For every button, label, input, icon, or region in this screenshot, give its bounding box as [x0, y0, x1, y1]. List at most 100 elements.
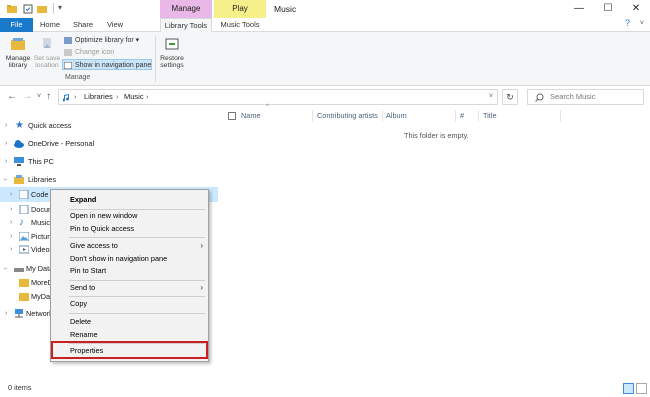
menu-item-label: Don't show in navigation pane [70, 254, 168, 263]
optimize-library-dropdown[interactable]: Optimize library for ▾ [63, 35, 139, 46]
new-folder-icon[interactable] [37, 4, 47, 14]
search-icon [535, 93, 544, 102]
column-header-name[interactable]: Name [241, 108, 260, 124]
large-icons-view-icon[interactable] [636, 383, 647, 394]
star-icon: ★ [15, 120, 24, 131]
tab-music-tools[interactable]: Music Tools [214, 18, 266, 32]
address-bar[interactable]: › Libraries › Music › ˅ [58, 89, 498, 105]
expand-arrow-icon[interactable]: › [10, 187, 12, 202]
back-arrow-icon[interactable]: ← [7, 90, 17, 104]
expand-arrow-icon[interactable]: › [5, 118, 7, 133]
breadcrumb-music[interactable]: Music [124, 90, 144, 104]
manage-library-button[interactable]: Manage library [3, 36, 33, 70]
menu-item-delete[interactable]: Delete [52, 316, 207, 328]
menu-item-label: Copy [70, 299, 88, 308]
recent-locations-icon[interactable]: ˅ [37, 90, 41, 104]
nav-item-quick-access[interactable]: › ★ Quick access [0, 118, 218, 133]
collapse-arrow-icon[interactable]: › [0, 178, 13, 180]
forward-arrow-icon[interactable]: → [22, 90, 32, 104]
menu-item-expand[interactable]: Expand [52, 194, 207, 206]
change-icon-button[interactable]: Change icon [63, 47, 114, 58]
column-header-title[interactable]: Title [483, 108, 497, 124]
details-view-icon[interactable] [623, 383, 634, 394]
menu-item-open-in-new-window[interactable]: Open in new window [52, 210, 207, 222]
column-header-album[interactable]: Album [386, 108, 407, 124]
save-location-icon [43, 38, 51, 48]
set-save-location-button[interactable]: Set save location [33, 36, 61, 70]
collapse-arrow-icon[interactable]: › [0, 267, 13, 269]
optimize-library-label: Optimize library for [75, 37, 134, 44]
menu-item-dont-show-in-nav[interactable]: Don't show in navigation pane [52, 253, 207, 265]
ribbon: Manage library Set save location Optimiz… [0, 32, 650, 86]
folder-icon [19, 293, 29, 301]
change-icon-icon [64, 49, 72, 56]
minimize-button[interactable]: — [565, 0, 593, 18]
menu-item-send-to[interactable]: Send to › [52, 282, 207, 294]
library-icon [11, 38, 25, 50]
optimize-icon [64, 37, 72, 44]
properties-icon[interactable] [23, 4, 33, 14]
address-dropdown-icon[interactable]: ˅ [489, 90, 493, 104]
tab-share[interactable]: Share [68, 18, 98, 32]
library-icon [14, 175, 24, 184]
sort-arrow-icon: ^ [266, 104, 269, 110]
menu-item-label: Pin to Start [70, 266, 107, 275]
menu-item-label: Open in new window [70, 211, 138, 220]
menu-item-label: Send to [70, 283, 96, 292]
select-all-checkbox[interactable] [228, 112, 236, 120]
column-separator [455, 110, 456, 122]
breadcrumb-separator: › [116, 92, 119, 101]
network-icon [15, 309, 23, 318]
menu-item-copy[interactable]: Copy [52, 298, 207, 310]
documents-icon [19, 205, 29, 214]
expand-arrow-icon[interactable]: › [10, 215, 12, 230]
ribbon-expand-icon[interactable]: ˅ [640, 20, 644, 27]
restore-settings-button[interactable]: Restore settings [157, 36, 187, 70]
column-header-contributing-artists[interactable]: Contributing artists [317, 108, 378, 124]
customize-quick-access-icon[interactable]: ▾ [58, 3, 62, 12]
explorer-folder-icon [7, 5, 17, 13]
window-title: Music [274, 4, 297, 14]
nav-item-libraries[interactable]: › Libraries [0, 172, 218, 187]
code-library-icon [19, 190, 29, 199]
close-button[interactable]: ✕ [622, 0, 650, 18]
expand-arrow-icon[interactable]: › [10, 242, 12, 257]
search-input[interactable]: Search Music [527, 89, 644, 105]
tab-view[interactable]: View [101, 18, 129, 32]
search-placeholder: Search Music [550, 92, 596, 101]
nav-label: Quick access [28, 121, 72, 130]
folder-icon [19, 279, 29, 287]
up-arrow-icon[interactable]: ↑ [46, 90, 51, 104]
nav-item-this-pc[interactable]: › This PC [0, 154, 218, 169]
menu-item-pin-to-start[interactable]: Pin to Start [52, 265, 207, 277]
show-in-navigation-pane-toggle[interactable]: Show in navigation pane [62, 59, 152, 70]
drive-icon [14, 268, 24, 272]
submenu-arrow-icon: › [200, 241, 203, 250]
tab-file[interactable]: File [0, 18, 33, 32]
help-icon[interactable]: ? [625, 18, 630, 28]
breadcrumb-separator: › [146, 92, 149, 101]
menu-item-label: Rename [70, 330, 98, 339]
column-separator [382, 110, 383, 122]
set-save-location-label: Set save location [33, 54, 61, 70]
title-bar: ▾ Manage Play Music — ☐ ✕ [0, 0, 650, 18]
ribbon-tabs: File Home Share View Library Tools Music… [0, 18, 650, 33]
column-header-number[interactable]: # [460, 108, 464, 124]
refresh-button[interactable]: ↻ [502, 89, 518, 105]
expand-arrow-icon[interactable]: › [5, 306, 7, 321]
menu-item-rename[interactable]: Rename [52, 329, 207, 341]
nav-label: MyDat [31, 292, 53, 301]
expand-arrow-icon[interactable]: › [5, 154, 7, 169]
context-menu: Expand Open in new window Pin to Quick a… [50, 189, 209, 362]
nav-item-onedrive[interactable]: › OneDrive - Personal [0, 136, 218, 151]
menu-item-give-access-to[interactable]: Give access to › [52, 240, 207, 252]
nav-label: Libraries [28, 175, 56, 184]
tab-library-tools[interactable]: Library Tools [160, 18, 212, 33]
maximize-button[interactable]: ☐ [594, 0, 622, 18]
menu-separator [69, 313, 205, 314]
expand-arrow-icon[interactable]: › [5, 136, 7, 151]
quick-access-separator [53, 3, 54, 14]
tab-home[interactable]: Home [35, 18, 65, 32]
breadcrumb-libraries[interactable]: Libraries [84, 90, 113, 104]
menu-item-pin-to-quick-access[interactable]: Pin to Quick access [52, 223, 207, 235]
